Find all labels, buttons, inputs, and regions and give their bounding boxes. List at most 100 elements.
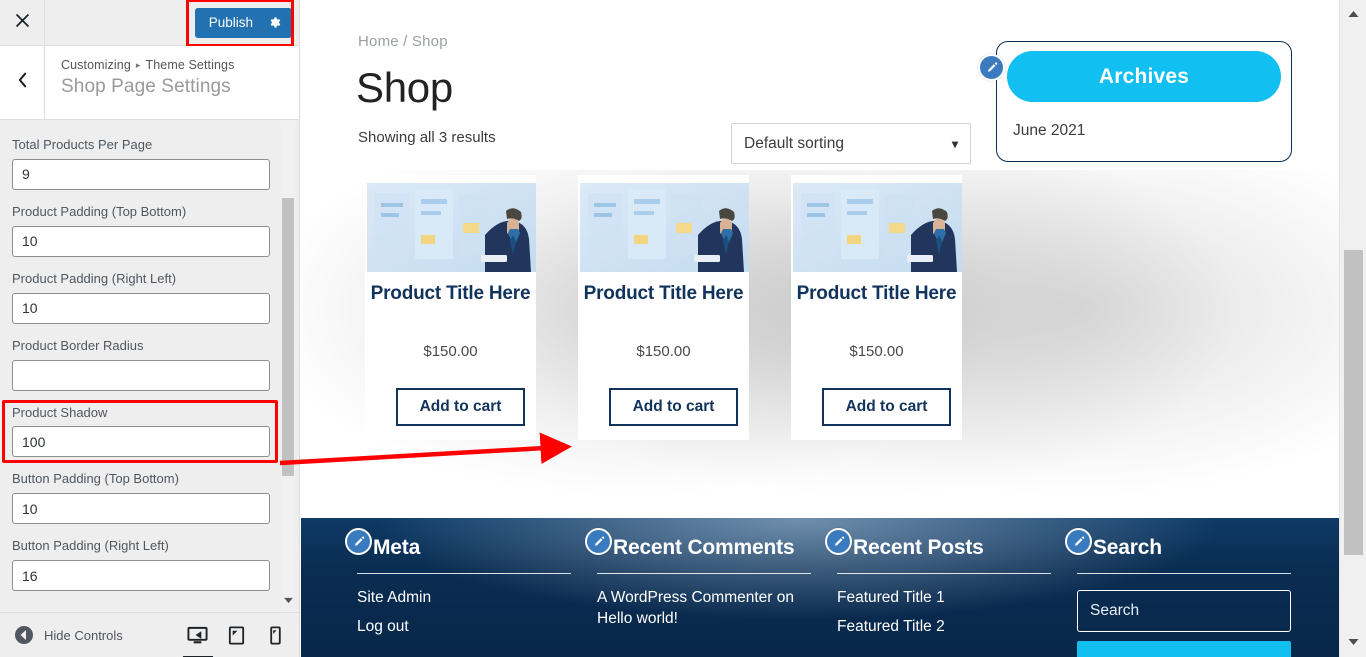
product-shadow-input[interactable] (12, 426, 270, 458)
footer-widget-list: Featured Title 1 Featured Title 2 (837, 588, 1055, 638)
footer-widget-search: Search (1065, 528, 1295, 657)
close-icon (14, 12, 31, 34)
button-padding-right-left-input[interactable] (12, 560, 270, 592)
back-button[interactable] (0, 46, 45, 119)
hide-controls-button[interactable]: Hide Controls (14, 625, 123, 645)
footer-widget-title: Meta (373, 536, 421, 559)
control-label: Button Padding (Right Left) (12, 538, 169, 554)
device-mobile-button[interactable] (265, 625, 286, 646)
page-title: Shop Page Settings (61, 76, 231, 97)
preview-scrollbar-thumb[interactable] (1344, 250, 1363, 555)
customizer-title-bar: Customizing ▸ Theme Settings Shop Page S… (0, 46, 299, 120)
scroll-down-icon[interactable] (1348, 633, 1359, 651)
product-image[interactable] (367, 183, 536, 272)
archives-widget: Archives June 2021 (996, 41, 1292, 162)
divider (837, 573, 1051, 575)
gear-icon[interactable] (267, 15, 282, 30)
sidebar-scroll-down-icon[interactable] (282, 594, 294, 606)
results-count: Showing all 3 results (358, 129, 496, 146)
hide-controls-label: Hide Controls (44, 627, 123, 643)
control-product-padding-right-left: Product Padding (Right Left) (0, 270, 299, 324)
list-item[interactable]: Featured Title 1 (837, 588, 1055, 609)
list-item[interactable]: A WordPress Commenter on Hello world! (597, 589, 794, 627)
product-padding-top-bottom-input[interactable] (12, 225, 270, 257)
control-product-padding-top-bottom: Product Padding (Top Bottom) (0, 203, 299, 257)
sidebar-scrollbar-thumb[interactable] (282, 198, 294, 476)
edit-pencil-icon-archives[interactable] (978, 54, 1005, 81)
search-submit-button[interactable] (1077, 641, 1291, 657)
product-title[interactable]: Product Title Here (578, 283, 749, 305)
list-item[interactable]: Log out (357, 617, 575, 638)
product-image[interactable] (580, 183, 749, 272)
customizer-titles: Customizing ▸ Theme Settings Shop Page S… (45, 46, 234, 119)
add-to-cart-button[interactable]: Add to cart (822, 388, 951, 426)
control-label: Product Padding (Top Bottom) (12, 203, 187, 219)
archives-widget-header: Archives (1007, 51, 1281, 102)
product-card[interactable]: Product Title Here $150.00 Add to cart (791, 175, 962, 440)
customizer-sidebar: Publish Customizing ▸ Theme Settings Sho… (0, 0, 300, 657)
publish-button-label: Publish (208, 15, 253, 30)
control-label: Product Shadow (12, 404, 108, 420)
archives-widget-item[interactable]: June 2021 (1013, 122, 1085, 140)
footer-widget-recent-comments: Recent Comments A WordPress Commenter on… (585, 528, 815, 630)
chevron-left-icon (16, 71, 29, 94)
divider (597, 573, 811, 575)
product-border-radius-input[interactable] (12, 359, 270, 391)
control-product-shadow: Product Shadow (0, 399, 299, 463)
device-tablet-button[interactable] (226, 625, 247, 646)
shop-breadcrumb[interactable]: Home / Shop (358, 33, 448, 50)
product-title[interactable]: Product Title Here (365, 283, 536, 305)
control-total-products-per-page: Total Products Per Page (0, 137, 299, 190)
breadcrumb-section[interactable]: Theme Settings (146, 58, 235, 72)
chevron-down-icon: ▾ (951, 136, 958, 151)
edit-pencil-icon-meta[interactable] (345, 528, 372, 555)
publish-button[interactable]: Publish (194, 7, 292, 38)
device-preview-switcher (187, 625, 286, 646)
add-to-cart-button[interactable]: Add to cart (609, 388, 738, 426)
site-footer: Meta Site Admin Log out Recent Comments (301, 518, 1339, 657)
shop-page-title: Shop (356, 64, 453, 111)
control-button-padding-right-left: Button Padding (Right Left) (0, 538, 299, 592)
list-item[interactable]: Site Admin (357, 588, 575, 609)
customizer-footer: Hide Controls (0, 612, 299, 657)
product-price: $150.00 (636, 343, 691, 360)
footer-widget-list: A WordPress Commenter on Hello world! (597, 588, 815, 630)
control-label: Button Padding (Top Bottom) (12, 471, 179, 487)
product-image[interactable] (793, 183, 962, 272)
product-card[interactable]: Product Title Here $150.00 Add to cart (365, 175, 536, 440)
footer-widget-recent-posts: Recent Posts Featured Title 1 Featured T… (825, 528, 1055, 646)
sorting-selected-value: Default sorting (744, 134, 844, 152)
button-padding-top-bottom-input[interactable] (12, 493, 270, 525)
close-customizer-button[interactable] (0, 0, 45, 45)
search-input[interactable] (1077, 590, 1291, 633)
edit-pencil-icon-recent-comments[interactable] (585, 528, 612, 555)
footer-widget-title: Recent Comments (613, 536, 795, 559)
archives-widget-title: Archives (1098, 64, 1190, 88)
control-product-border-radius: Product Border Radius (0, 337, 299, 391)
breadcrumb-root[interactable]: Customizing (61, 58, 131, 72)
list-item[interactable]: Featured Title 2 (837, 617, 1055, 638)
product-padding-right-left-input[interactable] (12, 292, 270, 324)
product-card[interactable]: Product Title Here $150.00 Add to cart (578, 175, 749, 440)
control-label: Product Border Radius (12, 337, 144, 353)
product-title[interactable]: Product Title Here (791, 283, 962, 305)
publish-button-wrapper: Publish (185, 0, 294, 47)
device-desktop-button[interactable] (187, 625, 208, 646)
total-products-per-page-input[interactable] (12, 158, 270, 190)
scroll-up-icon[interactable] (1348, 5, 1359, 23)
control-label: Product Padding (Right Left) (12, 270, 177, 286)
preview-scrollbar-track[interactable] (1339, 0, 1366, 657)
sorting-select[interactable]: Default sorting ▾ (731, 123, 971, 164)
control-button-padding-top-bottom: Button Padding (Top Bottom) (0, 471, 299, 525)
footer-widget-title: Search (1093, 536, 1162, 559)
footer-widget-title: Recent Posts (853, 536, 984, 559)
divider (1077, 573, 1291, 575)
edit-pencil-icon-search[interactable] (1065, 528, 1092, 555)
divider (357, 573, 571, 575)
edit-pencil-icon-recent-posts[interactable] (825, 528, 852, 555)
product-price: $150.00 (423, 343, 478, 360)
breadcrumb-separator-icon: ▸ (135, 59, 141, 70)
control-label: Total Products Per Page (12, 137, 153, 152)
customizer-controls-list: Total Products Per Page Product Padding … (0, 121, 299, 612)
add-to-cart-button[interactable]: Add to cart (396, 388, 525, 426)
